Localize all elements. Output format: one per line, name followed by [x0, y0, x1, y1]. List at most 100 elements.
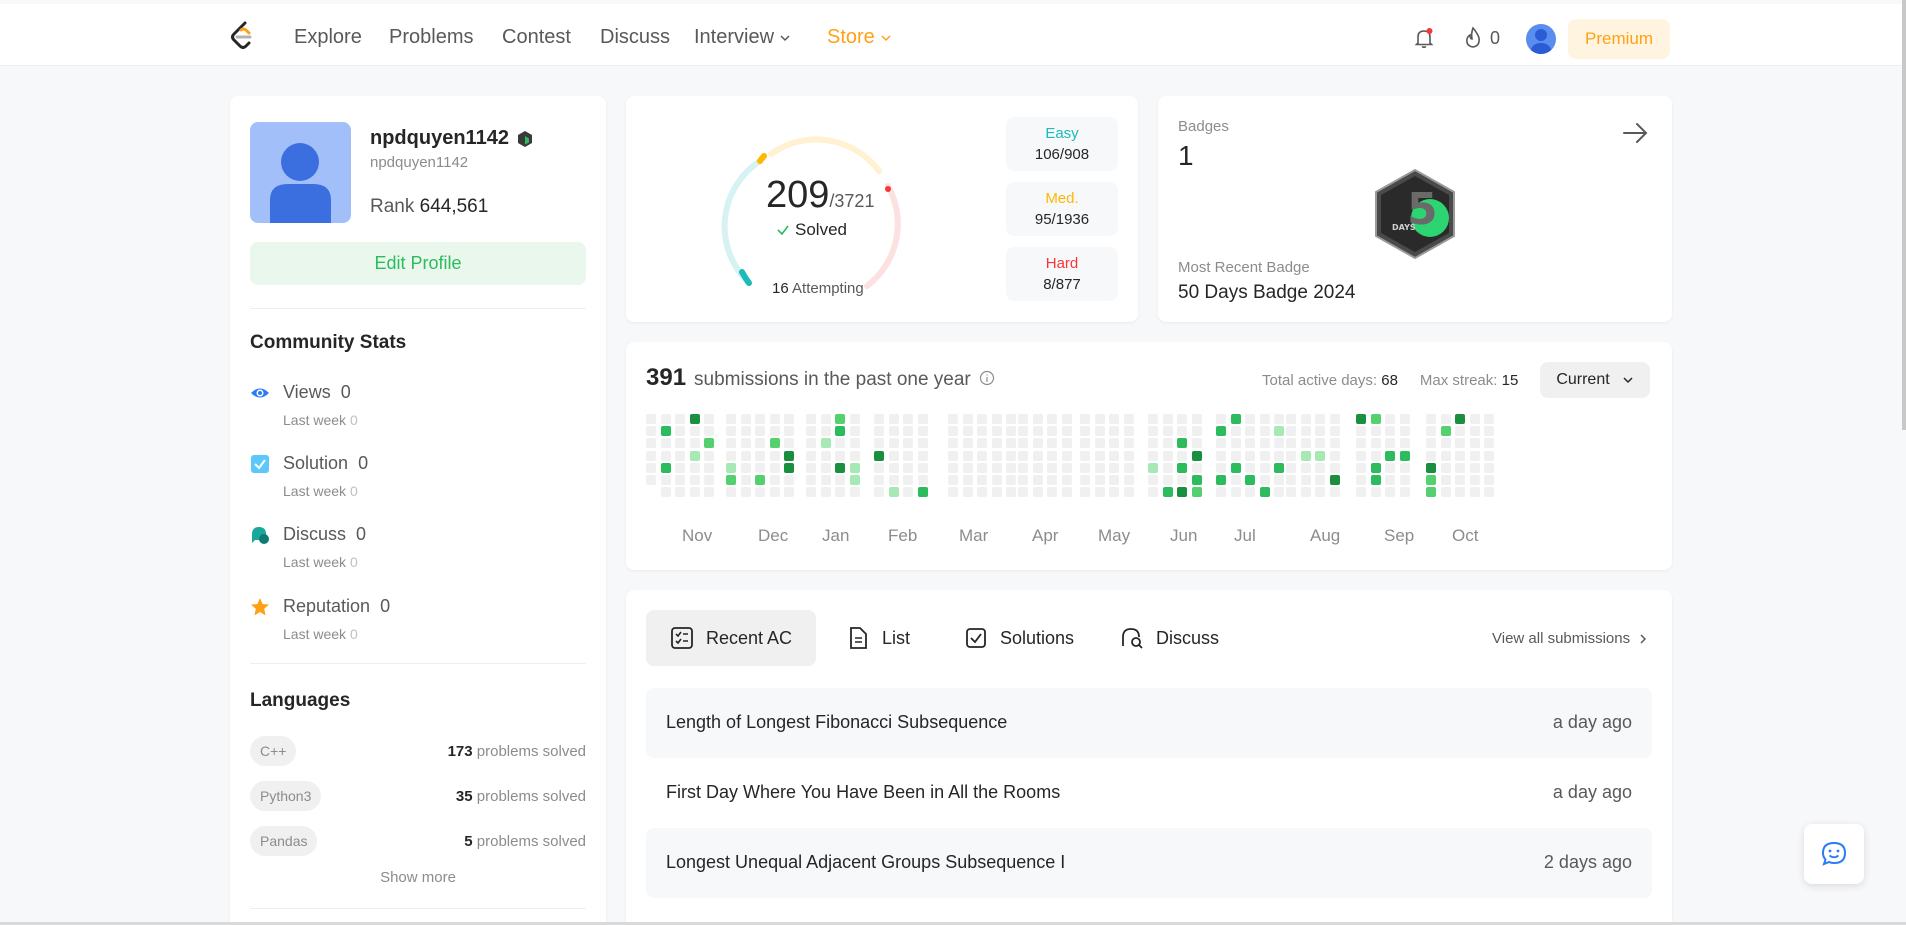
heatmap-cell[interactable] — [1047, 450, 1058, 461]
heatmap-cell[interactable] — [1259, 450, 1270, 461]
chat-feedback-button[interactable] — [1804, 824, 1864, 884]
heatmap-cell[interactable] — [1259, 462, 1270, 473]
heatmap-cell[interactable] — [1370, 414, 1381, 424]
heatmap-cell[interactable] — [977, 438, 988, 449]
heatmap-cell[interactable] — [1047, 438, 1058, 449]
heatmap-cell[interactable] — [1047, 475, 1058, 485]
heatmap-cell[interactable] — [675, 462, 686, 473]
heatmap-cell[interactable] — [1080, 438, 1090, 449]
heatmap-cell[interactable] — [1286, 487, 1296, 498]
heatmap-cell[interactable] — [806, 450, 816, 461]
heatmap-cell[interactable] — [917, 487, 928, 498]
heatmap-cell[interactable] — [1426, 487, 1436, 498]
heatmap-cell[interactable] — [1216, 438, 1226, 449]
heatmap-cell[interactable] — [1006, 475, 1017, 485]
tab-discuss[interactable]: Discuss — [1096, 610, 1243, 666]
heatmap-cell[interactable] — [1216, 475, 1226, 485]
heatmap-cell[interactable] — [806, 487, 816, 498]
heatmap-cell[interactable] — [1300, 438, 1311, 449]
heatmap-cell[interactable] — [1148, 462, 1158, 473]
heatmap-cell[interactable] — [835, 475, 846, 485]
premium-button[interactable]: Premium — [1568, 19, 1670, 59]
heatmap-cell[interactable] — [1162, 462, 1173, 473]
heatmap-cell[interactable] — [689, 462, 700, 473]
heatmap-cell[interactable] — [1455, 414, 1466, 424]
heatmap-cell[interactable] — [962, 426, 973, 437]
heatmap-cell[interactable] — [1080, 462, 1090, 473]
heatmap-cell[interactable] — [1455, 462, 1466, 473]
heatmap-cell[interactable] — [646, 414, 656, 424]
heatmap-cell[interactable] — [689, 414, 700, 424]
heatmap-cell[interactable] — [1018, 475, 1028, 485]
heatmap-cell[interactable] — [784, 475, 795, 485]
heatmap-cell[interactable] — [903, 450, 914, 461]
heatmap-cell[interactable] — [1006, 414, 1017, 424]
heatmap-cell[interactable] — [903, 438, 914, 449]
heatmap-cell[interactable] — [726, 426, 736, 437]
heatmap-cell[interactable] — [874, 487, 884, 498]
heatmap-cell[interactable] — [704, 487, 715, 498]
heatmap-cell[interactable] — [1177, 414, 1188, 424]
heatmap-cell[interactable] — [1080, 487, 1090, 498]
heatmap-cell[interactable] — [726, 475, 736, 485]
heatmap-cell[interactable] — [1109, 475, 1120, 485]
heatmap-cell[interactable] — [1484, 475, 1495, 485]
user-avatar[interactable] — [1526, 24, 1556, 54]
heatmap-cell[interactable] — [1426, 414, 1436, 424]
heatmap-cell[interactable] — [1356, 414, 1366, 424]
heatmap-cell[interactable] — [1061, 487, 1072, 498]
heatmap-cell[interactable] — [1259, 426, 1270, 437]
heatmap-cell[interactable] — [820, 462, 831, 473]
heatmap-cell[interactable] — [1006, 426, 1017, 437]
heatmap-cell[interactable] — [1286, 462, 1296, 473]
heatmap-cell[interactable] — [1216, 462, 1226, 473]
heatmap-cell[interactable] — [769, 450, 780, 461]
heatmap-cell[interactable] — [1080, 450, 1090, 461]
heatmap-cell[interactable] — [646, 462, 656, 473]
heatmap-cell[interactable] — [769, 462, 780, 473]
heatmap-cell[interactable] — [1315, 426, 1326, 437]
heatmap-cell[interactable] — [740, 414, 751, 424]
heatmap-cell[interactable] — [1177, 438, 1188, 449]
heatmap-cell[interactable] — [740, 475, 751, 485]
heatmap-cell[interactable] — [888, 426, 899, 437]
heatmap-cell[interactable] — [755, 487, 766, 498]
heatmap-cell[interactable] — [1300, 462, 1311, 473]
heatmap-cell[interactable] — [1032, 426, 1043, 437]
heatmap-cell[interactable] — [1177, 487, 1188, 498]
heatmap-cell[interactable] — [1191, 450, 1202, 461]
heatmap-cell[interactable] — [1191, 426, 1202, 437]
heatmap-cell[interactable] — [1094, 414, 1105, 424]
info-icon[interactable] — [979, 370, 995, 386]
heatmap-cell[interactable] — [1162, 426, 1173, 437]
difficulty-easy[interactable]: Easy 106/908 — [1006, 117, 1118, 171]
heatmap-cell[interactable] — [1230, 487, 1241, 498]
year-selector[interactable]: Current — [1540, 362, 1650, 398]
heatmap-cell[interactable] — [991, 475, 1002, 485]
heatmap-cell[interactable] — [1109, 414, 1120, 424]
heatmap-cell[interactable] — [1162, 438, 1173, 449]
heatmap-cell[interactable] — [1245, 475, 1256, 485]
heatmap-cell[interactable] — [991, 438, 1002, 449]
heatmap-cell[interactable] — [755, 462, 766, 473]
nav-discuss[interactable]: Discuss — [600, 26, 670, 49]
heatmap-cell[interactable] — [1245, 426, 1256, 437]
heatmap-cell[interactable] — [903, 462, 914, 473]
heatmap-cell[interactable] — [1399, 426, 1410, 437]
heatmap-cell[interactable] — [1385, 462, 1396, 473]
heatmap-cell[interactable] — [1274, 438, 1285, 449]
heatmap-cell[interactable] — [888, 487, 899, 498]
heatmap-cell[interactable] — [849, 438, 860, 449]
heatmap-cell[interactable] — [769, 414, 780, 424]
heatmap-cell[interactable] — [806, 414, 816, 424]
heatmap-cell[interactable] — [1123, 414, 1134, 424]
heatmap-cell[interactable] — [948, 450, 958, 461]
heatmap-cell[interactable] — [726, 438, 736, 449]
heatmap-cell[interactable] — [1177, 426, 1188, 437]
heatmap-cell[interactable] — [1440, 414, 1451, 424]
heatmap-cell[interactable] — [1006, 438, 1017, 449]
heatmap-cell[interactable] — [1426, 438, 1436, 449]
heatmap-cell[interactable] — [1315, 487, 1326, 498]
heatmap-cell[interactable] — [1018, 438, 1028, 449]
heatmap-cell[interactable] — [903, 414, 914, 424]
